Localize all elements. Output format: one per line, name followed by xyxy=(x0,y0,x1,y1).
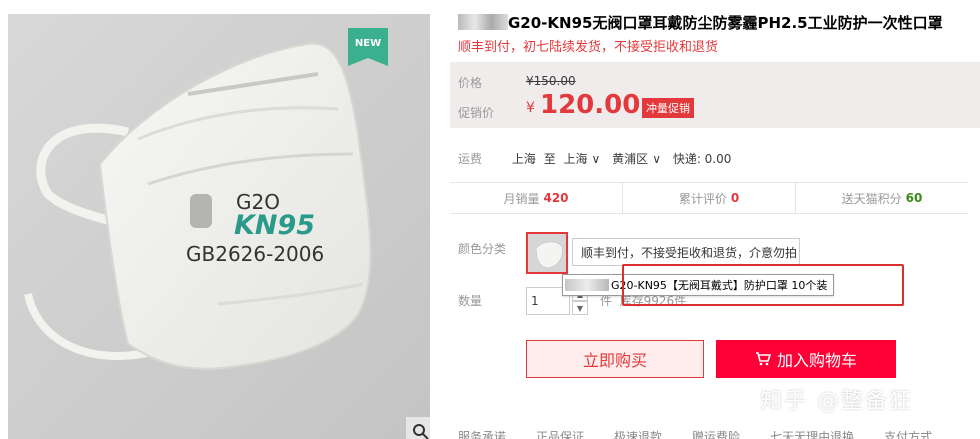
mask-photo xyxy=(8,14,430,439)
quantity-label: 数量 xyxy=(458,294,483,308)
price-panel: 价格 ¥150.00 促销价 ¥ 120.00 冲量促销 xyxy=(450,62,980,128)
promo-tag: 冲量促销 xyxy=(642,98,694,118)
district-select[interactable]: 黄浦区 ∨ xyxy=(612,152,665,166)
shipping-label: 运费 xyxy=(458,152,483,166)
zoom-button[interactable] xyxy=(406,417,430,439)
original-price: ¥150.00 xyxy=(526,74,576,88)
service-link[interactable]: 服务承诺 xyxy=(458,428,506,439)
mask-thumbnail-image xyxy=(528,234,566,272)
service-links: 服务承诺 正品保证 极速退款 赠运费险 七天无理由退换 支付方式 xyxy=(458,428,980,439)
service-link[interactable]: 正品保证 xyxy=(536,428,584,439)
ship-to-select[interactable]: 上海 ∨ xyxy=(564,152,605,166)
blurred-brand xyxy=(565,279,609,291)
cart-icon xyxy=(755,352,771,366)
product-title: G20-KN95无阀口罩耳戴防尘防雾霾PH2.5工业防护一次性口罩 xyxy=(458,12,980,33)
sale-price: 120.00 xyxy=(540,90,641,120)
ship-to-word: 至 xyxy=(543,152,556,166)
express-fee: 快递: 0.00 xyxy=(672,152,732,166)
stat-reviews[interactable]: 累计评价 0 xyxy=(623,183,796,213)
new-badge: NEW xyxy=(348,28,388,66)
sku-option-thumbnail[interactable] xyxy=(526,232,568,274)
blurred-brand xyxy=(458,14,508,30)
annotation-highlight xyxy=(622,264,904,306)
chevron-down-icon: ∨ xyxy=(591,152,601,166)
original-price-label: 价格 xyxy=(458,76,483,90)
service-link[interactable]: 七天无理由退换 xyxy=(770,428,854,439)
product-main-image[interactable]: G2O KN95 GB2626-2006 NEW xyxy=(8,14,430,439)
chevron-down-icon: ∨ xyxy=(652,152,661,166)
ship-from: 上海 xyxy=(511,152,536,166)
shipping-row: 运费 上海 至 上海 ∨ 黄浦区 ∨ 快递: 0.00 xyxy=(458,150,735,167)
zhihu-watermark: 知乎 @整备狂 xyxy=(760,389,913,414)
magnifier-icon xyxy=(413,424,429,439)
add-to-cart-button[interactable]: 加入购物车 xyxy=(716,340,896,378)
stat-monthly-sales: 月销量 420 xyxy=(450,183,623,213)
sku-tip: 顺丰到付，不接受拒收和退货，介意勿拍 xyxy=(572,238,800,266)
decrease-icon[interactable]: ▼ xyxy=(572,301,588,315)
mask-model-text: KN95 xyxy=(234,210,316,241)
buy-now-button[interactable]: 立即购买 xyxy=(526,340,704,378)
stats-bar: 月销量 420 累计评价 0 送天猫积分 60 xyxy=(450,182,968,214)
service-link[interactable]: 极速退款 xyxy=(614,428,662,439)
product-subtitle: 顺丰到付，初七陆续发货，不接受拒收和退货 xyxy=(458,40,719,55)
service-link[interactable]: 支付方式 xyxy=(884,428,932,439)
sku-label: 颜色分类 xyxy=(458,242,507,256)
stat-points: 送天猫积分 60 xyxy=(841,191,923,206)
mask-standard-text: GB2626-2006 xyxy=(186,242,325,266)
currency-symbol: ¥ xyxy=(526,100,535,116)
product-title-text: G20-KN95无阀口罩耳戴防尘防雾霾PH2.5工业防护一次性口罩 xyxy=(508,14,943,32)
sale-price-label: 促销价 xyxy=(458,106,495,120)
service-link[interactable]: 赠运费险 xyxy=(692,428,740,439)
